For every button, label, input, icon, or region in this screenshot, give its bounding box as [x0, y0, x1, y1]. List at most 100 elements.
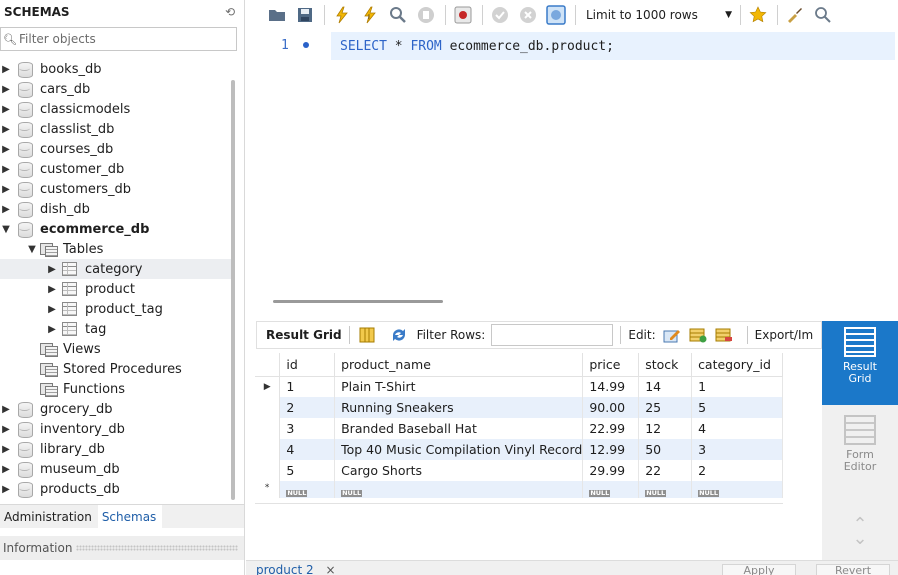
expand-arrow-icon[interactable]: ▶: [0, 184, 12, 195]
table-cell[interactable]: 2: [691, 460, 783, 481]
schema-item[interactable]: ▶ cars_db: [0, 79, 232, 99]
result-tab[interactable]: product 2 ×: [256, 563, 336, 575]
table-cell[interactable]: 12.99: [582, 439, 640, 460]
table-cell[interactable]: Cargo Shorts: [334, 460, 584, 481]
column-header[interactable]: id: [279, 353, 336, 377]
column-header[interactable]: stock: [638, 353, 693, 377]
rollback-icon[interactable]: [517, 4, 539, 26]
table-cell[interactable]: 2: [279, 397, 336, 418]
object-folder[interactable]: Stored Procedures: [0, 359, 232, 379]
expand-arrow-icon[interactable]: ▶: [0, 484, 12, 495]
collapse-arrow-icon[interactable]: ▼: [26, 244, 38, 255]
grid-layout-icon[interactable]: [357, 326, 377, 344]
table-item[interactable]: ▶ category: [0, 259, 232, 279]
delete-row-icon[interactable]: [714, 326, 734, 344]
null-cell[interactable]: NULL: [638, 481, 693, 498]
table-cell[interactable]: 14: [638, 376, 693, 397]
tab-administration[interactable]: Administration: [0, 505, 98, 529]
table-row[interactable]: ▶ 1 Plain T-Shirt 14.99 14 1: [255, 376, 783, 397]
schema-item[interactable]: ▶ classlist_db: [0, 119, 232, 139]
information-panel-header[interactable]: Information: [0, 536, 244, 560]
table-row[interactable]: 3 Branded Baseball Hat 22.99 12 4: [255, 418, 783, 439]
column-header[interactable]: category_id: [691, 353, 783, 377]
table-cell[interactable]: 1: [691, 376, 783, 397]
apply-button[interactable]: Apply: [722, 564, 796, 575]
editor-horizontal-scrollbar[interactable]: [273, 300, 443, 303]
schema-item-open[interactable]: ▼ ecommerce_db: [0, 219, 232, 239]
sql-editor[interactable]: 1 SELECT * FROM ecommerce_db.product;: [251, 30, 895, 293]
limit-rows-select[interactable]: Limit to 1000 rows ▼: [582, 4, 738, 26]
row-marker[interactable]: [255, 418, 281, 439]
column-header[interactable]: product_name: [334, 353, 584, 377]
table-cell[interactable]: 4: [279, 439, 336, 460]
table-cell[interactable]: 3: [691, 439, 783, 460]
table-cell[interactable]: Running Sneakers: [334, 397, 584, 418]
export-import-label[interactable]: Export/Im: [755, 328, 814, 342]
stop-icon[interactable]: [415, 4, 437, 26]
expand-arrow-icon[interactable]: ▶: [0, 104, 12, 115]
table-cell[interactable]: 3: [279, 418, 336, 439]
expand-arrow-icon[interactable]: ▶: [46, 304, 58, 315]
autocommit-icon[interactable]: [545, 4, 567, 26]
column-header[interactable]: price: [582, 353, 640, 377]
table-cell[interactable]: 90.00: [582, 397, 640, 418]
object-folder[interactable]: Functions: [0, 379, 232, 399]
null-cell[interactable]: NULL: [279, 481, 336, 498]
table-cell[interactable]: 14.99: [582, 376, 640, 397]
splitter-grip[interactable]: [76, 545, 238, 551]
new-row[interactable]: * NULL NULL NULL NULL NULL: [255, 481, 783, 498]
result-grid-view-button[interactable]: Result Grid: [822, 321, 898, 405]
result-grid[interactable]: id product_name price stock category_id ▶ 1 Pl…: [255, 353, 783, 503]
expand-arrow-icon[interactable]: ▶: [0, 204, 12, 215]
table-cell[interactable]: 50: [638, 439, 693, 460]
filter-objects-input[interactable]: [19, 32, 229, 46]
execute-current-icon[interactable]: I: [359, 4, 381, 26]
row-marker[interactable]: ▶: [255, 376, 281, 397]
find-icon[interactable]: [812, 4, 834, 26]
expand-arrow-icon[interactable]: ▶: [0, 84, 12, 95]
schema-item[interactable]: ▶ classicmodels: [0, 99, 232, 119]
table-row[interactable]: 2 Running Sneakers 90.00 25 5: [255, 397, 783, 418]
table-cell[interactable]: 1: [279, 376, 336, 397]
expand-arrow-icon[interactable]: ▶: [0, 424, 12, 435]
row-marker[interactable]: [255, 397, 281, 418]
schema-item[interactable]: ▶ dish_db: [0, 199, 232, 219]
table-cell[interactable]: 25: [638, 397, 693, 418]
expand-arrow-icon[interactable]: ▶: [0, 64, 12, 75]
table-item[interactable]: ▶ product: [0, 279, 232, 299]
row-marker[interactable]: [255, 460, 281, 481]
schema-item[interactable]: ▶ customers_db: [0, 179, 232, 199]
table-item[interactable]: ▶ product_tag: [0, 299, 232, 319]
schema-item[interactable]: ▶ books_db: [0, 59, 232, 79]
table-row[interactable]: 4 Top 40 Music Compilation Vinyl Record 12…: [255, 439, 783, 460]
filter-objects-box[interactable]: 🔍︎: [0, 27, 237, 51]
schema-item[interactable]: ▶ grocery_db: [0, 399, 232, 419]
edit-row-icon[interactable]: [662, 326, 682, 344]
table-cell[interactable]: 29.99: [582, 460, 640, 481]
save-icon[interactable]: [294, 4, 316, 26]
revert-button[interactable]: Revert: [816, 564, 890, 575]
table-cell[interactable]: 22.99: [582, 418, 640, 439]
tables-folder[interactable]: ▼ Tables: [0, 239, 232, 259]
form-editor-view-button[interactable]: Form Editor: [822, 409, 898, 493]
toggle-continue-on-error-icon[interactable]: [452, 4, 474, 26]
table-cell[interactable]: Branded Baseball Hat: [334, 418, 584, 439]
null-cell[interactable]: NULL: [691, 481, 783, 498]
code-line[interactable]: SELECT * FROM ecommerce_db.product;: [331, 32, 895, 60]
table-cell[interactable]: 5: [279, 460, 336, 481]
table-cell[interactable]: Plain T-Shirt: [334, 376, 584, 397]
schema-item[interactable]: ▶ inventory_db: [0, 419, 232, 439]
refresh-icon[interactable]: [389, 326, 409, 344]
schema-item[interactable]: ▶ library_db: [0, 439, 232, 459]
explain-icon[interactable]: [387, 4, 409, 26]
table-row[interactable]: 5 Cargo Shorts 29.99 22 2: [255, 460, 783, 481]
tab-schemas[interactable]: Schemas: [97, 504, 163, 529]
expand-arrow-icon[interactable]: ▶: [0, 144, 12, 155]
table-cell[interactable]: 12: [638, 418, 693, 439]
execute-icon[interactable]: [331, 4, 353, 26]
insert-row-icon[interactable]: [688, 326, 708, 344]
null-cell[interactable]: NULL: [334, 481, 584, 498]
beautify-brush-icon[interactable]: [784, 4, 806, 26]
refresh-icon[interactable]: ⟲: [225, 5, 235, 19]
table-cell[interactable]: 4: [691, 418, 783, 439]
